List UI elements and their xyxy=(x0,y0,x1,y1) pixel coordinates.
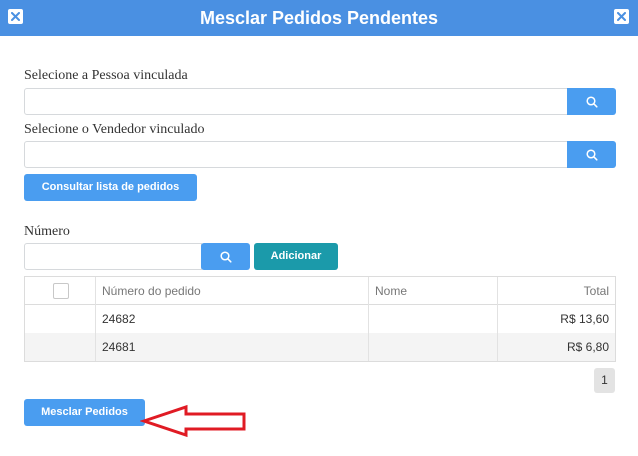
select-all-cell xyxy=(25,277,96,305)
vendedor-input[interactable] xyxy=(24,141,568,168)
row-nome xyxy=(369,333,498,361)
dialog-header: Mesclar Pedidos Pendentes xyxy=(0,0,638,36)
column-header-total[interactable]: Total xyxy=(498,277,615,305)
vendedor-label: Selecione o Vendedor vinculado xyxy=(24,122,205,137)
row-select-cell[interactable] xyxy=(25,333,96,361)
search-icon xyxy=(585,95,598,108)
pessoa-input[interactable] xyxy=(24,88,568,115)
adicionar-button[interactable]: Adicionar xyxy=(254,243,338,270)
column-header-numero[interactable]: Número do pedido xyxy=(96,277,369,305)
numero-input[interactable] xyxy=(24,243,202,270)
consultar-pedidos-button[interactable]: Consultar lista de pedidos xyxy=(24,174,197,201)
close-button-right[interactable] xyxy=(614,9,629,24)
select-all-checkbox[interactable] xyxy=(53,283,69,299)
row-select-cell[interactable] xyxy=(25,305,96,333)
pedidos-table: Número do pedido Nome Total 24682 R$ 13,… xyxy=(24,276,616,362)
arrow-left-annotation-icon xyxy=(140,404,246,438)
numero-label: Número xyxy=(24,224,70,239)
dialog-title: Mesclar Pedidos Pendentes xyxy=(199,8,439,28)
pessoa-search-button[interactable] xyxy=(567,88,616,115)
search-icon xyxy=(585,148,598,161)
pagination-page-button[interactable]: 1 xyxy=(594,368,615,393)
close-icon xyxy=(617,12,626,21)
table-row[interactable]: 24681 R$ 6,80 xyxy=(25,333,615,361)
search-icon xyxy=(219,250,232,263)
vendedor-search-button[interactable] xyxy=(567,141,616,168)
row-total: R$ 13,60 xyxy=(560,312,609,326)
column-header-nome[interactable]: Nome xyxy=(369,277,498,305)
table-row[interactable]: 24682 R$ 13,60 xyxy=(25,305,615,333)
table-header-row: Número do pedido Nome Total xyxy=(25,277,615,305)
mesclar-pedidos-button[interactable]: Mesclar Pedidos xyxy=(24,399,145,426)
pessoa-label: Selecione a Pessoa vinculada xyxy=(24,68,188,83)
row-nome xyxy=(369,305,498,333)
row-numero: 24682 xyxy=(96,305,369,333)
row-total: R$ 6,80 xyxy=(566,340,609,354)
numero-search-button[interactable] xyxy=(201,243,250,270)
row-numero: 24681 xyxy=(96,333,369,361)
